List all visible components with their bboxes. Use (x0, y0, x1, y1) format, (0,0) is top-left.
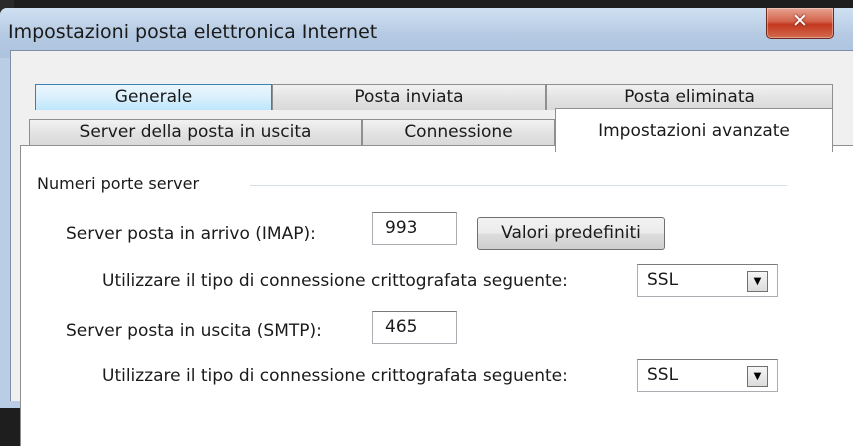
close-button[interactable]: ✕ (766, 8, 834, 39)
close-icon: ✕ (792, 10, 808, 32)
group-label-server-ports: Numeri porte server (37, 174, 206, 193)
group-divider (250, 185, 787, 186)
defaults-button[interactable]: Valori predefiniti (477, 217, 665, 250)
dropdown-arrow-icon[interactable]: ▼ (747, 366, 768, 387)
tab-generale[interactable]: Generale (35, 84, 272, 110)
tab-connessione[interactable]: Connessione (362, 119, 555, 145)
tab-posta-inviata[interactable]: Posta inviata (272, 84, 546, 110)
incoming-server-label: Server posta in arrivo (IMAP): (66, 224, 316, 244)
incoming-port-input[interactable]: 993 (372, 212, 457, 245)
outgoing-encryption-select[interactable]: SSL ▼ (637, 359, 778, 392)
tab-posta-eliminata[interactable]: Posta eliminata (546, 84, 833, 110)
incoming-encryption-value: SSL (647, 270, 679, 290)
dropdown-arrow-icon[interactable]: ▼ (747, 271, 768, 292)
outgoing-server-label: Server posta in uscita (SMTP): (66, 321, 322, 341)
outgoing-port-input[interactable]: 465 (372, 311, 457, 344)
tab-server-posta-uscita[interactable]: Server della posta in uscita (29, 119, 362, 145)
incoming-encryption-label: Utilizzare il tipo di connessione critto… (102, 271, 568, 291)
outgoing-encryption-value: SSL (647, 365, 679, 385)
window-title: Impostazioni posta elettronica Internet (8, 21, 378, 43)
tab-impostazioni-avanzate[interactable]: Impostazioni avanzate (555, 108, 833, 152)
outgoing-encryption-label: Utilizzare il tipo di connessione critto… (102, 366, 568, 386)
incoming-encryption-select[interactable]: SSL ▼ (637, 264, 778, 297)
